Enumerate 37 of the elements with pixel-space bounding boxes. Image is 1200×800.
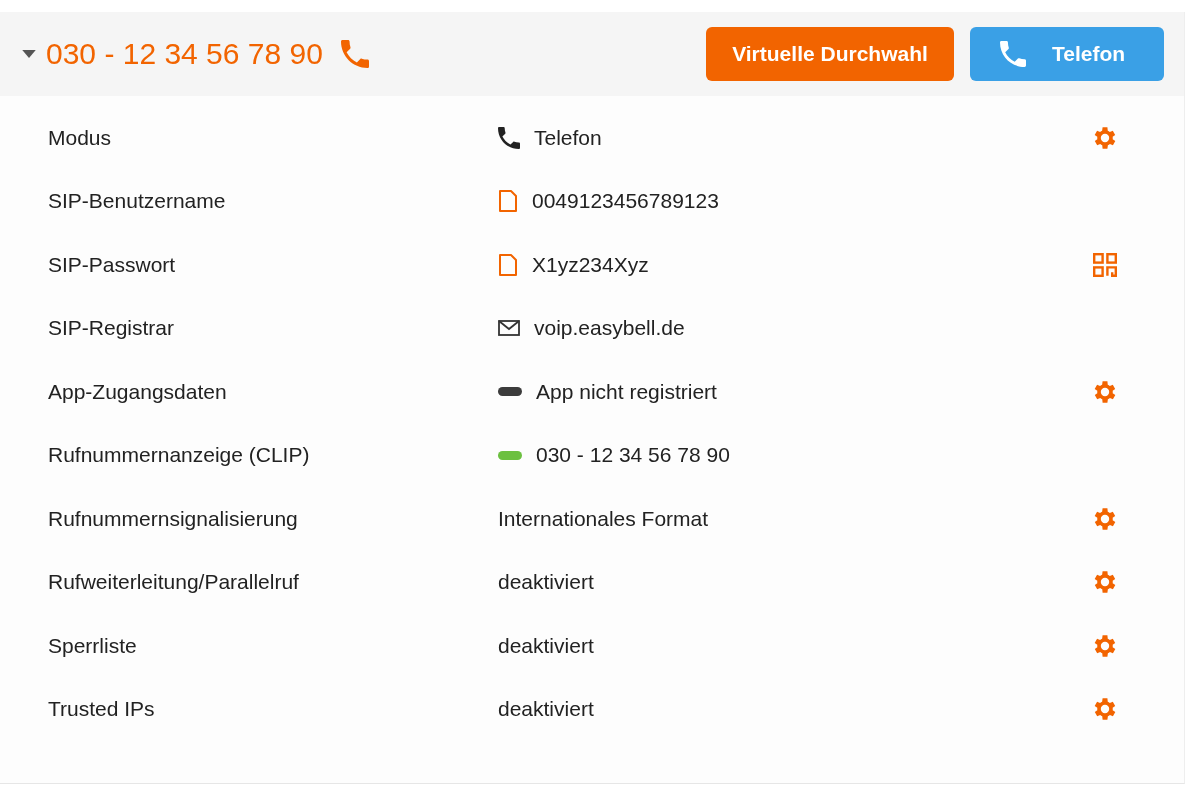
phone-icon [1000,41,1026,67]
setting-value: 030 - 12 34 56 78 90 [536,443,730,468]
setting-value: deaktiviert [498,633,594,658]
copy-icon[interactable] [498,189,518,214]
setting-label: SIP-Passwort [48,252,177,277]
phone-icon [498,126,520,149]
mail-icon [498,320,520,337]
setting-value: Internationales Format [498,506,709,531]
caret-icon[interactable] [22,49,36,59]
setting-value: deaktiviert [498,697,594,722]
setting-value: App nicht registriert [536,379,717,404]
settings-icon[interactable] [1093,697,1117,722]
settings-icon[interactable] [1093,570,1117,595]
settings-icon[interactable] [1093,633,1117,658]
setting-value: voip.easybell.de [534,316,685,341]
setting-label: SIP-Benutzername [48,189,227,214]
qr-code-icon[interactable] [1093,252,1117,277]
setting-label: Rufnummernanzeige (CLIP) [48,443,311,468]
setting-value: X1yz234Xyz [532,252,649,277]
setting-label: App-Zugangsdaten [48,379,228,404]
setting-label: Sperrliste [48,633,138,658]
setting-label: SIP-Registrar [48,316,176,341]
settings-icon[interactable] [1093,125,1117,150]
telefon-button[interactable]: Telefon [970,27,1164,81]
settings-icon[interactable] [1093,506,1117,531]
setting-value: 0049123456789123 [532,189,719,214]
phone-number-title: 030 - 12 34 56 78 90 [46,37,323,71]
setting-label: Rufnummernsignalisierung [48,506,299,531]
setting-label: Modus [48,125,113,150]
setting-value: deaktiviert [498,570,594,595]
setting-value: Telefon [534,125,602,150]
setting-label: Trusted IPs [48,697,156,722]
settings-icon[interactable] [1093,379,1117,404]
durchwahl-button[interactable]: Virtuelle Durchwahl [706,27,954,81]
phone-icon [340,40,369,68]
copy-icon[interactable] [498,252,518,277]
setting-label: Rufweiterleitung/Parallelruf [48,570,300,595]
